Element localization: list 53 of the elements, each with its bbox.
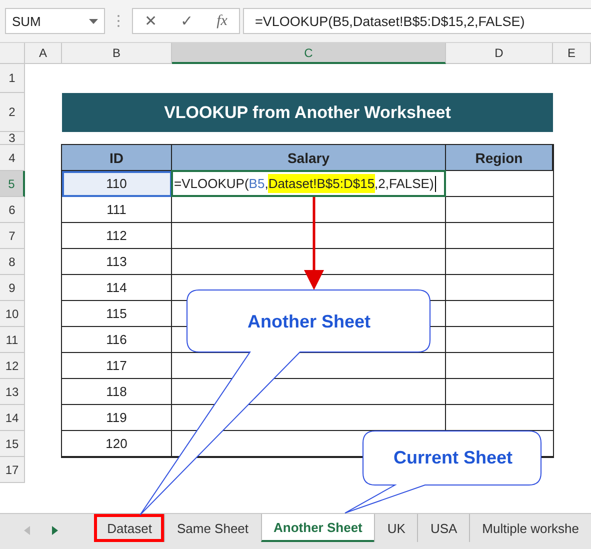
row-header[interactable]: 5 [0,171,25,197]
row-header[interactable]: 6 [0,197,25,223]
cancel-button[interactable]: ✕ [140,12,162,30]
row-header[interactable]: 1 [0,64,25,93]
row-header[interactable]: 14 [0,405,25,431]
column-header[interactable]: B [62,43,172,64]
table-cell[interactable]: 115 [62,301,172,327]
grip-icon [117,14,120,28]
dropdown-caret-icon[interactable] [89,18,98,24]
table-cell[interactable]: 113 [62,249,172,275]
table-header: Region [446,145,553,171]
column-header[interactable]: A [25,43,62,64]
row-header[interactable]: 10 [0,301,25,327]
table-cell[interactable]: 110 [62,171,172,197]
row-header[interactable]: 11 [0,327,25,353]
sheet-title: VLOOKUP from Another Worksheet [62,93,553,132]
table-cell[interactable]: 116 [62,327,172,353]
row-header[interactable]: 12 [0,353,25,379]
sheet-tab[interactable]: UK [374,514,418,542]
table-cell[interactable]: 117 [62,353,172,379]
formula-field[interactable]: =VLOOKUP(B5,Dataset!B$5:D$15,2,FALSE) [243,8,591,34]
column-header[interactable]: C [172,43,446,64]
sheet-tab[interactable]: Dataset [94,514,164,542]
row-header[interactable]: 15 [0,431,25,457]
sheet-tab[interactable]: Another Sheet [260,514,374,542]
row-header[interactable]: 2 [0,93,25,132]
name-box-value: SUM [12,14,41,28]
scroll-right-icon[interactable] [52,526,58,535]
row-header[interactable]: 4 [0,145,25,171]
table-cell[interactable]: 118 [62,379,172,405]
table-cell[interactable]: 119 [62,405,172,431]
table-cell[interactable]: 111 [62,197,172,223]
table-cell[interactable]: 120 [62,431,172,457]
sheet-tab[interactable]: USA [417,514,470,542]
column-header[interactable]: D [446,43,553,64]
name-box[interactable]: SUM [5,8,105,34]
row-header[interactable]: 9 [0,275,25,301]
table-cell[interactable]: 114 [62,275,172,301]
row-header[interactable]: 17 [0,457,25,483]
row-header[interactable]: 7 [0,223,25,249]
row-header[interactable]: 13 [0,379,25,405]
callout-text: Current Sheet [393,448,513,468]
table-header: Salary [172,145,446,171]
sheet-tab[interactable]: Multiple workshe [469,514,591,542]
table-header: ID [62,145,172,171]
row-header[interactable]: 3 [0,132,25,145]
insert-function-button[interactable]: fx [212,12,232,30]
row-header[interactable]: 8 [0,249,25,275]
column-header[interactable]: E [553,43,591,64]
enter-button[interactable]: ✓ [176,12,198,30]
callout-text: Another Sheet [248,312,370,332]
editing-cell[interactable]: =VLOOKUP(B5,Dataset!B$5:D$15,2,FALSE) [171,170,446,197]
table-cell[interactable]: 112 [62,223,172,249]
